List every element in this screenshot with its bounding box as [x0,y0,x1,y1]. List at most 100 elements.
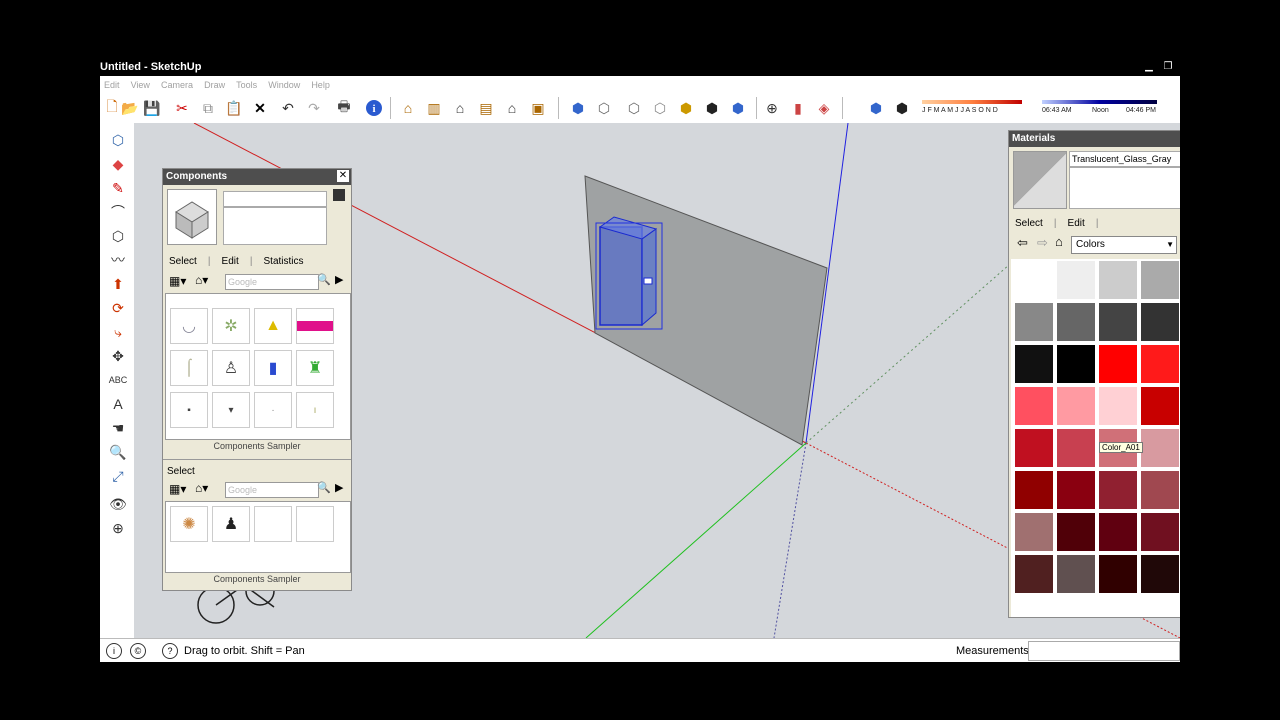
zoom-window-icon[interactable]: ⤢ [107,465,129,487]
color-swatch[interactable] [1099,303,1137,341]
tab-statistics[interactable]: Statistics [264,256,304,267]
help-icon[interactable]: ? [162,643,178,659]
xray-toggle-icon[interactable]: ⬢ [728,98,748,118]
view-options-icon[interactable]: ▦▾ [169,274,186,288]
display-shadows-icon[interactable]: ⬢ [892,98,912,118]
top-view-icon[interactable]: ▥ [424,98,444,118]
tab-select[interactable]: Select [1015,218,1043,229]
push-pull-icon[interactable]: ⬆ [107,273,129,295]
component-thumb[interactable]: ▾ [212,392,250,428]
shaded-icon[interactable]: ⬡ [650,98,670,118]
xray-icon[interactable]: ⬢ [568,98,588,118]
color-swatch[interactable] [1057,555,1095,593]
look-around-icon[interactable]: 👁 [107,493,129,515]
color-swatch[interactable] [1057,303,1095,341]
color-swatch[interactable] [1057,471,1095,509]
second-search-input[interactable]: Google [225,482,319,498]
color-swatch[interactable] [1057,345,1095,383]
color-swatch[interactable] [1015,429,1053,467]
color-swatch[interactable] [1015,303,1053,341]
cut-icon[interactable]: ✂ [172,98,192,118]
color-swatch[interactable] [1057,261,1095,299]
color-swatch[interactable] [1141,513,1179,551]
home-icon[interactable]: ⌂▾ [195,481,208,495]
time-slider[interactable] [1042,100,1157,104]
monochrome-icon[interactable]: ⬢ [702,98,722,118]
date-slider[interactable] [922,100,1022,104]
components-footer[interactable]: Components Sampler [163,441,351,451]
save-icon[interactable]: 💾 [142,98,162,118]
component-thumb[interactable] [296,308,334,344]
copy-icon[interactable]: ⧉ [198,98,218,118]
component-thumb[interactable]: ♙ [212,350,250,386]
color-swatch[interactable] [1057,387,1095,425]
rotate-icon[interactable]: ⟳ [107,297,129,319]
second-components-footer[interactable]: Components Sampler [163,574,351,584]
geo-location-icon[interactable]: i [106,643,122,659]
restore-button[interactable]: ❐ [1162,61,1174,73]
home-icon[interactable]: ⌂▾ [195,273,208,287]
print-icon[interactable]: 🖶 [334,98,354,118]
search-icon[interactable]: 🔍 [317,481,331,494]
menu-draw[interactable]: Draw [204,80,225,90]
hidden-line-icon[interactable]: ⬡ [624,98,644,118]
color-swatch[interactable] [1099,387,1137,425]
components-close-button[interactable]: ✕ [337,170,349,182]
menu-edit[interactable]: Edit [104,80,120,90]
color-swatch[interactable] [1141,261,1179,299]
color-swatch[interactable] [1141,303,1179,341]
tab-edit[interactable]: Edit [1068,218,1085,229]
components-search-input[interactable]: Google [225,274,319,290]
color-swatch[interactable] [1099,261,1137,299]
tab-edit[interactable]: Edit [222,256,239,267]
paste-icon[interactable]: 📋 [224,98,244,118]
color-swatch[interactable] [1099,555,1137,593]
undo-icon[interactable]: ↶ [278,98,298,118]
right-view-icon[interactable]: ▤ [476,98,496,118]
iso-view-icon[interactable]: ⌂ [398,98,418,118]
credits-icon[interactable]: © [130,643,146,659]
arc-icon[interactable]: ⌒ [107,201,129,223]
color-swatch[interactable] [1141,471,1179,509]
back-arrow-icon[interactable]: ⇦ [1017,235,1028,251]
erase-icon[interactable]: ✕ [250,98,270,118]
color-swatch[interactable] [1015,261,1053,299]
color-swatch[interactable] [1057,513,1095,551]
select-icon[interactable]: ⬡ [107,129,129,151]
forward-arrow-icon[interactable]: ▶ [335,481,343,494]
color-swatch[interactable] [1015,513,1053,551]
menu-window[interactable]: Window [268,80,300,90]
pencil-icon[interactable]: ✎ [107,177,129,199]
view-options-icon[interactable]: ▦▾ [169,482,186,496]
measurements-input[interactable] [1028,641,1180,661]
minimize-button[interactable]: ▁ [1143,61,1155,73]
back-view-icon[interactable]: ⌂ [502,98,522,118]
section-plane-icon[interactable]: ▮ [788,98,808,118]
text-icon[interactable]: ABC [107,369,129,391]
wireframe-icon[interactable]: ⬡ [594,98,614,118]
color-swatch[interactable] [1015,471,1053,509]
zoom-icon[interactable]: 🔍 [107,441,129,463]
open-icon[interactable]: 📂 [120,98,140,118]
menu-tools[interactable]: Tools [236,80,257,90]
color-swatch[interactable] [1141,429,1179,467]
3d-text-icon[interactable]: A [107,393,129,415]
collection-dropdown[interactable]: Colors ▼ [1071,236,1177,254]
offset-icon[interactable]: ⤷ [107,321,129,343]
component-name-field[interactable] [223,191,327,207]
position-camera-icon[interactable]: ⊕ [762,98,782,118]
color-swatch[interactable] [1099,345,1137,383]
menu-view[interactable]: View [131,80,150,90]
color-swatch[interactable] [1141,387,1179,425]
component-thumb[interactable]: ▪ [170,392,208,428]
component-thumb[interactable]: ✲ [212,308,250,344]
component-thumb[interactable] [254,506,292,542]
search-icon[interactable]: 🔍 [317,273,331,286]
component-thumb[interactable]: ♟ [212,506,250,542]
polygon-icon[interactable]: ⬡ [107,225,129,247]
redo-icon[interactable]: ↷ [304,98,324,118]
shaded-textures-icon[interactable]: ⬢ [676,98,696,118]
shadow-settings-icon[interactable]: ⬢ [866,98,886,118]
color-swatch[interactable] [1015,345,1053,383]
component-description-field[interactable] [223,207,327,245]
